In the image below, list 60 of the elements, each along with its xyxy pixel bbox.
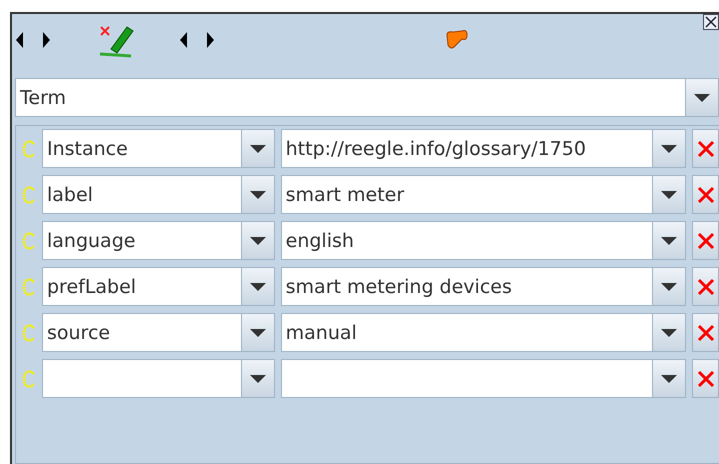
property-field[interactable]: prefLabel xyxy=(42,267,275,306)
class-c-icon xyxy=(22,232,36,250)
property-field[interactable] xyxy=(42,359,275,398)
class-c-icon xyxy=(22,278,36,296)
value-field[interactable]: english xyxy=(280,221,686,260)
delete-button[interactable] xyxy=(692,175,719,214)
close-button[interactable] xyxy=(703,14,719,30)
delete-icon xyxy=(696,278,715,296)
dropdown-arrow-icon xyxy=(250,190,266,198)
value-field[interactable]: manual xyxy=(280,313,686,352)
dropdown-arrow-icon xyxy=(661,236,678,244)
delete-button[interactable] xyxy=(692,359,719,398)
dropdown-arrow-icon xyxy=(661,190,678,198)
dropdown-arrow-icon xyxy=(694,94,710,102)
dropdown-button[interactable] xyxy=(652,268,686,305)
dropdown-button[interactable] xyxy=(652,360,686,397)
dropdown-arrow-icon xyxy=(661,328,678,336)
dropdown-button[interactable] xyxy=(652,176,686,213)
delete-icon xyxy=(696,186,715,204)
dropdown-arrow-icon xyxy=(250,282,266,290)
dropdown-button[interactable] xyxy=(240,314,274,351)
dropdown-arrow-icon xyxy=(250,144,266,152)
dropdown-button[interactable] xyxy=(652,222,686,259)
dropdown-button[interactable] xyxy=(652,314,686,351)
class-c-icon xyxy=(22,140,36,158)
dropdown-arrow-icon xyxy=(250,374,266,382)
property-field[interactable]: source xyxy=(42,313,275,352)
delete-button[interactable] xyxy=(692,129,719,168)
value-field[interactable] xyxy=(280,359,686,398)
delete-icon xyxy=(696,232,715,250)
value-field[interactable]: smart meter xyxy=(280,175,686,214)
delete-button[interactable] xyxy=(692,267,719,306)
dropdown-arrow-icon xyxy=(661,374,678,382)
dropdown-arrow-icon xyxy=(661,282,678,290)
dropdown-arrow-icon xyxy=(250,328,266,336)
class-c-icon xyxy=(22,370,36,388)
class-c-icon xyxy=(22,186,36,204)
class-c-icon xyxy=(22,324,36,342)
delete-icon xyxy=(696,324,715,342)
type-combo-field[interactable]: Term xyxy=(15,78,719,117)
delete-button[interactable] xyxy=(692,313,719,352)
dropdown-arrow-icon xyxy=(661,144,678,152)
value-field[interactable]: http://reegle.info/glossary/1750 xyxy=(280,129,686,168)
delete-button[interactable] xyxy=(692,221,719,260)
dropdown-button[interactable] xyxy=(685,79,718,116)
dropdown-button[interactable] xyxy=(240,130,274,167)
navigation-arrows-icon[interactable] xyxy=(15,31,51,49)
dropdown-button[interactable] xyxy=(652,130,686,167)
property-field[interactable]: Instance xyxy=(42,129,275,168)
dropdown-button[interactable] xyxy=(240,176,274,213)
delete-icon xyxy=(696,370,715,388)
dropdown-button[interactable] xyxy=(240,222,274,259)
property-field[interactable]: label xyxy=(42,175,275,214)
value-field[interactable]: smart metering devices xyxy=(280,267,686,306)
property-field[interactable]: language xyxy=(42,221,275,260)
navigation-arrows-icon[interactable] xyxy=(179,31,215,49)
delete-icon xyxy=(696,140,715,158)
dropdown-arrow-icon xyxy=(250,236,266,244)
dropdown-button[interactable] xyxy=(240,268,274,305)
dropdown-button[interactable] xyxy=(240,360,274,397)
